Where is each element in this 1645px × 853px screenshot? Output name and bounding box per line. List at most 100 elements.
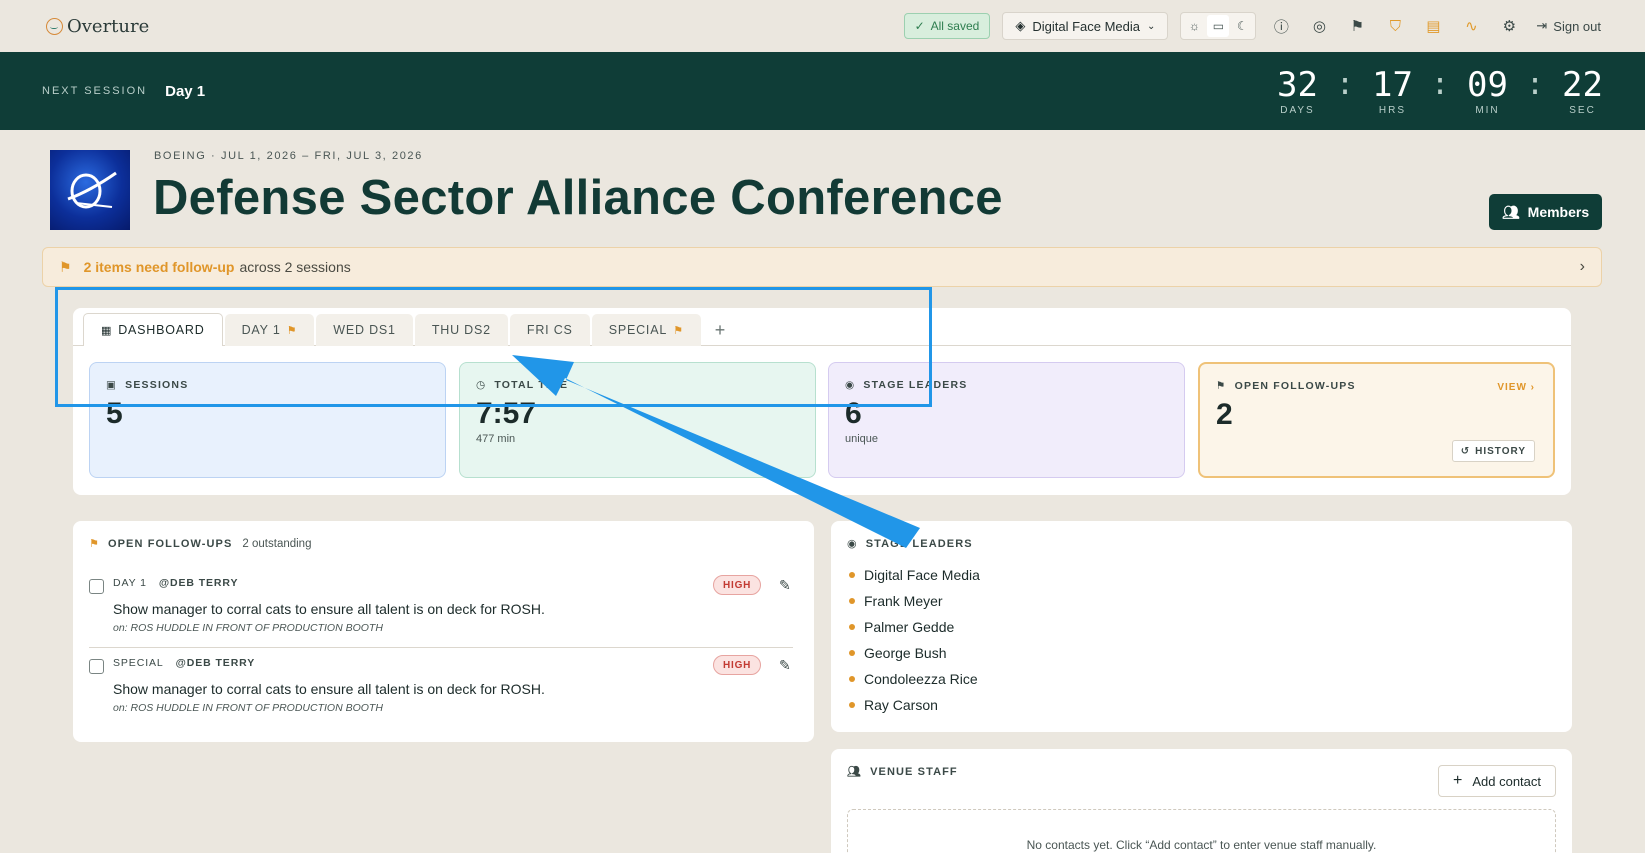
chevron-right-icon: ›: [1579, 258, 1585, 275]
follow-up-context: on: ROS HUDDLE IN FRONT OF PRODUCTION BO…: [113, 622, 383, 634]
chevron-down-icon: ⌄: [1147, 20, 1156, 32]
list-item: Palmer Gedde: [847, 614, 1556, 640]
flag-icon: ⚑: [89, 538, 100, 550]
section-title: STAGE LEADERS: [865, 537, 973, 550]
follow-up-meta: SPECIAL @DEB TERRY: [113, 657, 256, 669]
countdown-separator: :: [1430, 66, 1450, 102]
theme-toggle: ☼ ▭ ☾: [1180, 12, 1257, 40]
client-logo: [50, 150, 130, 230]
gear-icon[interactable]: ⚙: [1496, 13, 1522, 39]
help-icon[interactable]: ⓘ: [1268, 13, 1294, 39]
sun-icon[interactable]: ☼: [1183, 15, 1205, 37]
users-icon: 👥︎: [1501, 203, 1520, 220]
view-follow-ups-link[interactable]: VIEW ›: [1497, 382, 1535, 393]
user-circle-icon: ◉: [847, 538, 858, 550]
next-session-value: Day 1: [165, 82, 206, 100]
shield-icon[interactable]: ⛉: [1382, 13, 1408, 39]
countdown-separator: :: [1525, 66, 1545, 102]
follow-up-count: 2 outstanding: [242, 537, 312, 550]
monitor-icon[interactable]: ▭: [1207, 15, 1230, 37]
countdown-days: 32 DAYS: [1277, 64, 1318, 116]
follow-up-meta: DAY 1 @DEB TERRY: [113, 577, 239, 589]
stage-leaders-sub: unique: [845, 433, 879, 445]
page-title: Defense Sector Alliance Conference: [153, 171, 1003, 225]
history-icon: ↺: [1460, 445, 1471, 457]
members-button[interactable]: 👥︎ Members: [1489, 194, 1602, 230]
empty-state: No contacts yet. Click “Add contact” to …: [847, 809, 1556, 853]
org-name: Digital Face Media: [1032, 18, 1140, 34]
boeing-logo-icon: [67, 171, 117, 209]
priority-badge: HIGH: [713, 655, 762, 675]
sign-out-button[interactable]: ⇥ Sign out: [1536, 18, 1601, 34]
bullet-icon: [849, 676, 855, 682]
next-session-label: NEXT SESSION: [42, 85, 148, 97]
banner-text: across 2 sessions: [239, 259, 351, 275]
open-follow-ups-section: ⚑ OPEN FOLLOW-UPS 2 outstanding DAY 1 @DE…: [73, 521, 814, 742]
sign-out-label: Sign out: [1553, 18, 1601, 34]
overture-logo-icon: [46, 17, 63, 35]
users-icon: 👥︎: [847, 766, 863, 778]
diamond-icon: ◈: [1015, 18, 1026, 33]
check-icon: ✓: [914, 19, 925, 33]
follow-up-text: Show manager to corral cats to ensure al…: [113, 681, 545, 697]
sign-out-icon: ⇥: [1536, 18, 1548, 33]
list-item: Digital Face Media: [847, 562, 1556, 588]
flag-icon[interactable]: ⚑: [1344, 13, 1370, 39]
follow-up-context: on: ROS HUDDLE IN FRONT OF PRODUCTION BO…: [113, 702, 383, 714]
flag-icon: ⚑: [59, 258, 72, 275]
moon-icon[interactable]: ☾: [1231, 15, 1253, 37]
follow-up-checkbox[interactable]: [89, 659, 104, 674]
follow-up-checkbox[interactable]: [89, 579, 104, 594]
countdown: 32 DAYS : 17 HRS : 09 MIN : 22 SEC: [1277, 67, 1603, 116]
flag-icon: ⚑: [1216, 380, 1227, 392]
app-name: Overture: [67, 15, 150, 37]
bullet-icon: [849, 572, 855, 578]
stage-leaders-list: Digital Face Media Frank Meyer Palmer Ge…: [847, 562, 1556, 718]
bullet-icon: [849, 702, 855, 708]
list-item: George Bush: [847, 640, 1556, 666]
pencil-icon[interactable]: ✎: [779, 657, 791, 674]
priority-badge: HIGH: [713, 575, 762, 595]
list-item: SPECIAL @DEB TERRY Show manager to corral…: [89, 651, 793, 729]
bullet-icon: [849, 650, 855, 656]
follow-up-banner[interactable]: ⚑ 2 items need follow-up across 2 sessio…: [42, 247, 1602, 287]
open-follow-ups-card: ⚑ OPEN FOLLOW-UPS 2 VIEW › ↺ HISTORY: [1198, 362, 1555, 478]
follow-up-text: Show manager to corral cats to ensure al…: [113, 601, 545, 617]
bullet-icon: [849, 624, 855, 630]
bullet-icon: [849, 598, 855, 604]
history-button[interactable]: ↺ HISTORY: [1451, 440, 1535, 462]
open-follow-ups-value: 2: [1216, 398, 1233, 431]
stage-leaders-section: ◉ STAGE LEADERS Digital Face Media Frank…: [831, 521, 1572, 732]
countdown-hours: 17 HRS: [1372, 64, 1413, 116]
annotation-highlight-box: [55, 287, 932, 407]
countdown-minutes: 09 MIN: [1467, 64, 1508, 116]
activity-icon[interactable]: ∿: [1458, 13, 1484, 39]
add-contact-button[interactable]: + Add contact: [1438, 765, 1556, 797]
top-bar: Overture ✓ All saved ◈ Digital Face Medi…: [0, 0, 1645, 52]
scroll-icon[interactable]: ▤: [1420, 13, 1446, 39]
section-title: VENUE STAFF: [870, 765, 958, 778]
event-dates: · JUL 1, 2026 – FRI, JUL 3, 2026: [211, 150, 423, 162]
total-time-minutes: 477 min: [476, 433, 516, 445]
save-status-badge: ✓ All saved: [903, 13, 991, 39]
next-session-bar: NEXT SESSION Day 1 32 DAYS : 17 HRS : 09…: [0, 52, 1645, 130]
list-item: Frank Meyer: [847, 588, 1556, 614]
list-item: Ray Carson: [847, 692, 1556, 718]
countdown-separator: :: [1335, 66, 1355, 102]
section-title: OPEN FOLLOW-UPS: [107, 537, 233, 550]
event-meta: BOEING · JUL 1, 2026 – FRI, JUL 3, 2026: [154, 150, 423, 162]
divider: [89, 647, 793, 648]
venue-staff-section: 👥︎ VENUE STAFF + Add contact No contacts…: [831, 749, 1572, 853]
plus-icon: +: [1453, 772, 1463, 789]
list-item: DAY 1 @DEB TERRY Show manager to corral c…: [89, 571, 793, 649]
list-item: Condoleezza Rice: [847, 666, 1556, 692]
support-icon[interactable]: ◎: [1306, 13, 1332, 39]
org-switcher[interactable]: ◈ Digital Face Media ⌄: [1002, 12, 1169, 40]
countdown-seconds: 22 SEC: [1562, 64, 1603, 116]
pencil-icon[interactable]: ✎: [779, 577, 791, 594]
save-status-label: All saved: [930, 19, 980, 33]
banner-highlight: 2 items need follow-up: [83, 259, 235, 275]
members-label: Members: [1527, 204, 1590, 220]
client-name: BOEING: [154, 150, 207, 162]
app-logo[interactable]: Overture: [46, 16, 149, 37]
